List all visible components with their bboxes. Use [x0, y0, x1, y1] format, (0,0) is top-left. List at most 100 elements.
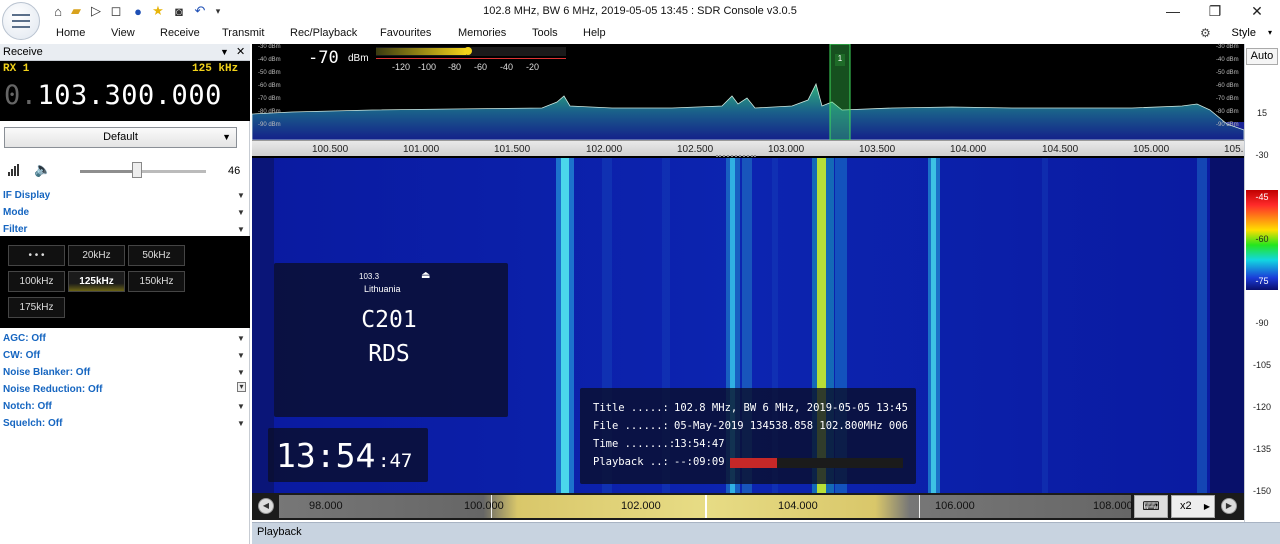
title-value: 102.8 MHz, BW 6 MHz, 2019-05-05 13:45 [674, 402, 908, 414]
keyboard-icon[interactable]: ⌨ [1134, 495, 1168, 518]
panel-close-icon[interactable]: ✕ [236, 45, 245, 58]
level-label: -150 [1252, 486, 1271, 496]
menu-bar: Home View Receive Transmit Rec/Playback … [44, 24, 1280, 44]
time-value: 13:54:47 [674, 438, 725, 450]
level-label: -120 [1252, 402, 1271, 412]
level-label: -60 [1255, 234, 1269, 244]
waterfall-display[interactable]: 103.3 ⏏ Lithuania C201 RDS 13:54 :47 Tit… [252, 158, 1244, 494]
section-noise-reduction[interactable]: Noise Reduction: Off [3, 384, 102, 395]
db-label: -40 dBm [258, 57, 281, 63]
level-label: -135 [1252, 444, 1271, 454]
section-filter[interactable]: Filter [3, 224, 27, 235]
s-meter-fill [376, 48, 466, 55]
scale-label: 103.500 [859, 144, 896, 155]
filter-125khz-button[interactable]: 125kHz [68, 271, 125, 292]
filter-50khz-button[interactable]: 50kHz [128, 245, 185, 266]
center-marker [705, 495, 707, 518]
section-mode[interactable]: Mode [3, 207, 29, 218]
zoom-select[interactable]: x2 ▶ [1171, 495, 1215, 518]
filter-175khz-button[interactable]: 175kHz [8, 297, 65, 318]
scroll-left-icon[interactable]: ◀ [258, 498, 274, 514]
speaker-icon[interactable]: 🔈 [34, 161, 51, 178]
filter-100khz-button[interactable]: 100kHz [8, 271, 65, 292]
marker-label[interactable]: 1 [835, 54, 845, 66]
db-label: -60 dBm [258, 83, 281, 89]
db-label: -90 dBm [258, 122, 281, 128]
preset-dropdown[interactable]: Default ▼ [4, 127, 237, 148]
section-if-display[interactable]: IF Display [3, 190, 50, 201]
db-label: -80 dBm [258, 109, 281, 115]
level-label: 15 [1256, 108, 1267, 118]
s-meter [376, 47, 566, 56]
clock-seconds: :47 [378, 450, 413, 472]
menu-memories[interactable]: Memories [458, 27, 506, 39]
level-label: -45 [1255, 192, 1269, 202]
receive-panel-header: Receive ▼ ✕ [0, 44, 250, 61]
menu-transmit[interactable]: Transmit [222, 27, 264, 39]
scale-label: 102.000 [586, 144, 623, 155]
volume-thumb[interactable] [132, 162, 142, 178]
scale-label: 103.000 [768, 144, 805, 155]
meter-tick: -40 [500, 62, 514, 72]
file-value: 05-May-2019 134538.858 102.800MHz 006 [674, 420, 908, 432]
db-label: -30 dBm [258, 44, 281, 50]
level-label: -90 [1255, 318, 1269, 328]
scroll-right-icon[interactable]: ▶ [1221, 498, 1237, 514]
section-squelch[interactable]: Squelch: Off [3, 418, 62, 429]
receive-title: Receive [3, 46, 43, 58]
db-label: -80 dBm [1216, 109, 1239, 115]
meter-tick: -20 [526, 62, 540, 72]
db-label: -50 dBm [1216, 70, 1239, 76]
level-label: -105 [1252, 360, 1271, 370]
style-chevron-icon: ▾ [1268, 28, 1273, 37]
preset-value: Default [103, 131, 138, 143]
signal-unit: dBm [348, 53, 369, 64]
file-label: File ......: [593, 420, 669, 432]
menu-rec-playback[interactable]: Rec/Playback [290, 27, 357, 39]
filter-panel: • • • 20kHz 50kHz 100kHz 125kHz 150kHz 1… [0, 236, 250, 328]
scale-label: 106.000 [935, 500, 975, 512]
minimize-button[interactable]: — [1154, 0, 1192, 22]
meter-tick: -120 [392, 62, 411, 72]
menu-tools[interactable]: Tools [532, 27, 558, 39]
menu-favourites[interactable]: Favourites [380, 27, 431, 39]
playback-panel-header[interactable]: Playback [252, 522, 1280, 544]
db-label: -70 dBm [258, 96, 281, 102]
playback-progress[interactable] [730, 458, 903, 468]
maximize-button[interactable]: ❐ [1196, 0, 1234, 22]
section-agc[interactable]: AGC: Off [3, 333, 46, 344]
chevron-down-icon: ▼ [237, 334, 245, 343]
menu-receive[interactable]: Receive [160, 27, 200, 39]
share-icon[interactable]: ⏏ [421, 270, 430, 281]
filter-150khz-button[interactable]: 150kHz [128, 271, 185, 292]
filter-20khz-button[interactable]: 20kHz [68, 245, 125, 266]
spectrum-frequency-scale[interactable]: 100.500 101.000 101.500 102.000 102.500 … [252, 140, 1244, 156]
scale-label: 102.500 [677, 144, 714, 155]
style-menu[interactable]: Style [1232, 27, 1256, 39]
chevron-down-icon: ▼ [237, 225, 245, 234]
rds-frequency: 103.3 [359, 272, 380, 281]
auto-button[interactable]: Auto [1246, 48, 1278, 65]
close-button[interactable]: ✕ [1238, 0, 1276, 22]
chevron-right-icon: ▶ [1203, 502, 1210, 511]
menu-help[interactable]: Help [583, 27, 606, 39]
filter-more-button[interactable]: • • • [8, 245, 65, 266]
chevron-down-icon: ▼ [237, 419, 245, 428]
menu-home[interactable]: Home [56, 27, 85, 39]
playback-title: Playback [257, 526, 302, 538]
db-label: -60 dBm [1216, 83, 1239, 89]
scale-label: 104.000 [778, 500, 818, 512]
menu-view[interactable]: View [111, 27, 135, 39]
signal-bars-icon[interactable] [8, 164, 22, 176]
vfo-frequency[interactable]: 0.103.300.000 [4, 80, 222, 111]
pin-icon[interactable]: ▼ [220, 47, 229, 57]
rds-ps-name: C201 [361, 307, 417, 333]
waterfall-frequency-scale[interactable]: 98.000 100.000 102.000 104.000 106.000 1… [279, 495, 1133, 518]
scale-label: 104.000 [950, 144, 987, 155]
section-notch[interactable]: Notch: Off [3, 401, 52, 412]
window-title: 102.8 MHz, BW 6 MHz, 2019-05-05 13:45 : … [483, 5, 797, 17]
scale-label: 101.500 [494, 144, 531, 155]
section-noise-blanker[interactable]: Noise Blanker: Off [3, 367, 90, 378]
rds-country: Lithuania [364, 284, 401, 294]
section-cw[interactable]: CW: Off [3, 350, 40, 361]
